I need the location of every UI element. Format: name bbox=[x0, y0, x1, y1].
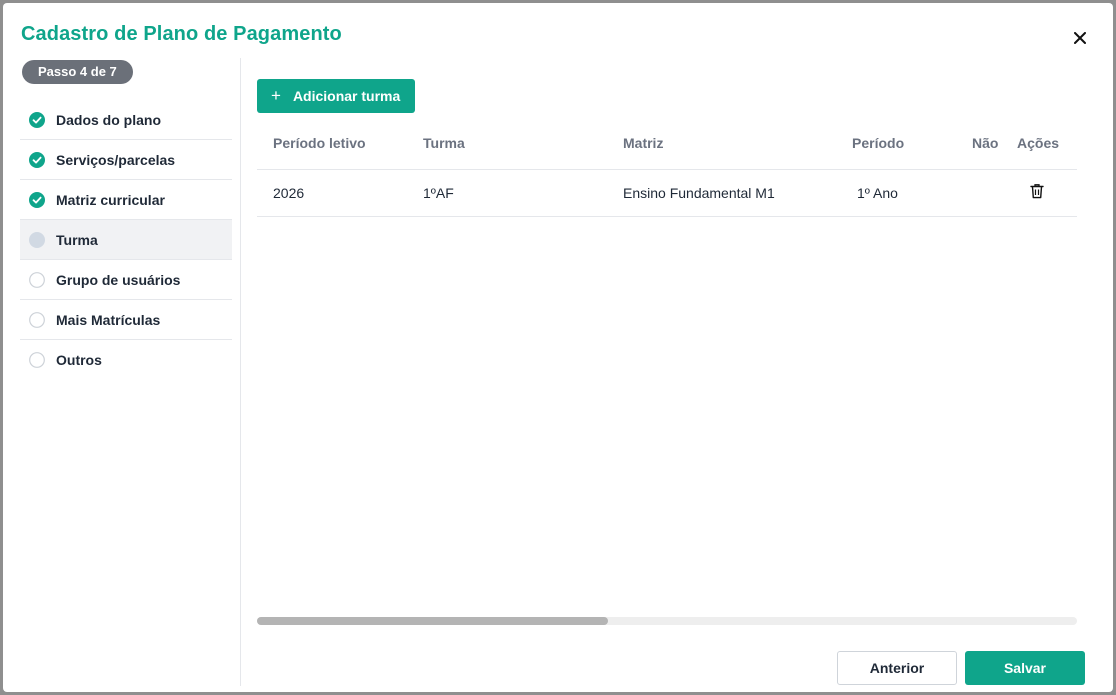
check-circle-icon bbox=[29, 191, 45, 208]
step-label: Matriz curricular bbox=[56, 191, 165, 208]
empty-circle-icon bbox=[29, 271, 45, 288]
step-badge: Passo 4 de 7 bbox=[22, 60, 133, 84]
column-header-periodo[interactable]: Período bbox=[852, 123, 904, 163]
step-label: Dados do plano bbox=[56, 111, 161, 128]
step-turma[interactable]: Turma bbox=[20, 220, 232, 260]
scrollbar-thumb[interactable] bbox=[257, 617, 608, 625]
add-turma-button[interactable]: + Adicionar turma bbox=[257, 79, 415, 113]
close-button[interactable] bbox=[1069, 27, 1091, 49]
payment-plan-dialog: Cadastro de Plano de Pagamento Passo 4 d… bbox=[3, 3, 1113, 692]
current-step-circle-icon bbox=[29, 231, 45, 248]
column-header-turma[interactable]: Turma bbox=[423, 123, 465, 163]
column-header-matriz[interactable]: Matriz bbox=[623, 123, 663, 163]
step-outros[interactable]: Outros bbox=[20, 340, 232, 379]
check-circle-icon bbox=[29, 151, 45, 168]
sidebar-divider bbox=[240, 58, 241, 686]
cell-turma: 1ºAF bbox=[423, 185, 454, 201]
wizard-steps: Dados do plano Serviços/parcelas Matriz … bbox=[20, 100, 232, 379]
cell-periodo-letivo: 2026 bbox=[273, 185, 305, 201]
cell-matriz: Ensino Fundamental M1 bbox=[623, 185, 775, 201]
horizontal-scrollbar[interactable] bbox=[257, 617, 1077, 625]
column-header-acoes: Ações bbox=[1017, 135, 1060, 151]
step-label: Grupo de usuários bbox=[56, 271, 181, 288]
table-header: Período letivo Turma Matriz Período Não … bbox=[257, 123, 1077, 170]
column-header-nao[interactable]: Não bbox=[972, 123, 998, 163]
step-grupo-de-usuarios[interactable]: Grupo de usuários bbox=[20, 260, 232, 300]
step-label: Turma bbox=[56, 231, 98, 248]
step-servicos-parcelas[interactable]: Serviços/parcelas bbox=[20, 140, 232, 180]
step-mais-matriculas[interactable]: Mais Matrículas bbox=[20, 300, 232, 340]
table-row: 2026 1ºAF Ensino Fundamental M1 1º Ano bbox=[257, 170, 1077, 217]
salvar-button[interactable]: Salvar bbox=[965, 651, 1085, 685]
anterior-button[interactable]: Anterior bbox=[837, 651, 957, 685]
check-circle-icon bbox=[29, 111, 45, 128]
step-dados-do-plano[interactable]: Dados do plano bbox=[20, 100, 232, 140]
column-header-periodo-letivo[interactable]: Período letivo bbox=[273, 123, 366, 163]
step-matriz-curricular[interactable]: Matriz curricular bbox=[20, 180, 232, 220]
close-icon bbox=[1074, 32, 1086, 44]
dialog-title: Cadastro de Plano de Pagamento bbox=[21, 23, 342, 45]
add-turma-label: Adicionar turma bbox=[292, 88, 401, 104]
cell-periodo: 1º Ano bbox=[857, 185, 898, 201]
turma-table: Período letivo Turma Matriz Período Não … bbox=[257, 123, 1077, 217]
empty-circle-icon bbox=[29, 311, 45, 328]
step-label: Outros bbox=[56, 351, 102, 368]
empty-circle-icon bbox=[29, 351, 45, 368]
step-label: Mais Matrículas bbox=[56, 311, 161, 328]
trash-icon[interactable] bbox=[1030, 183, 1044, 199]
plus-icon: + bbox=[271, 86, 281, 105]
step-label: Serviços/parcelas bbox=[56, 151, 176, 168]
